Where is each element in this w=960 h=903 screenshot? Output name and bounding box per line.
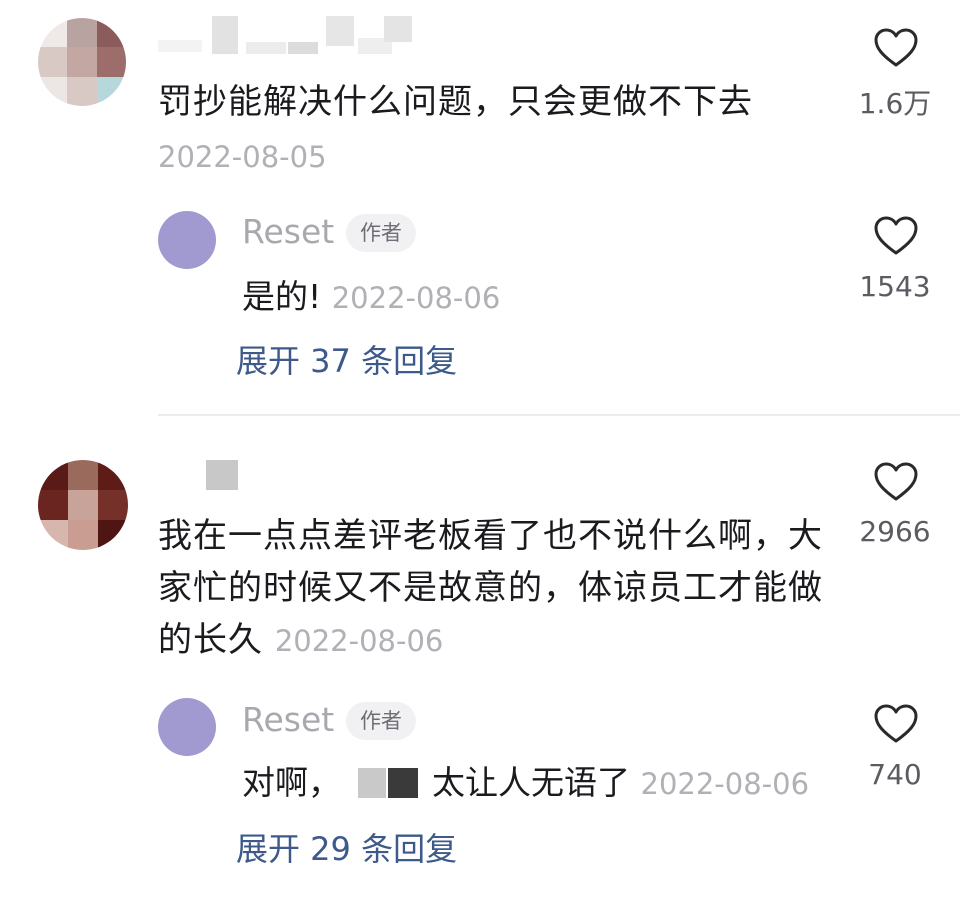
commenter-avatar[interactable]	[38, 460, 128, 550]
comment-text-block: 我在一点点差评老板看了也不说什么啊，大 家忙的时候又不是故意的，体谅员工才能做 …	[158, 510, 848, 667]
expand-replies-link[interactable]: 展开 29 条回复	[236, 824, 457, 870]
author-badge: 作者	[346, 214, 416, 252]
heart-outline-icon[interactable]	[874, 462, 918, 502]
like-count: 1.6万	[858, 87, 932, 120]
commenter-name-redacted	[206, 460, 238, 490]
like-count: 1543	[859, 270, 931, 303]
comment-text-line: 的长久	[158, 620, 263, 660]
reply-text-line: 对啊， 太让人无语了 2022-08-06	[242, 756, 809, 804]
heart-outline-icon[interactable]	[874, 28, 918, 68]
like-count: 2966	[859, 515, 931, 548]
heart-outline-icon[interactable]	[874, 216, 918, 256]
reply-text-prefix: 对啊，	[242, 763, 341, 802]
expand-replies-link[interactable]: 展开 37 条回复	[236, 336, 457, 382]
reply-date: 2022-08-06	[331, 281, 501, 315]
reply-text-line: 是的! 2022-08-06	[242, 270, 500, 318]
comment-text-line: 家忙的时候又不是故意的，体谅员工才能做	[158, 568, 823, 608]
comment-date: 2022-08-05	[158, 140, 327, 174]
reply-avatar[interactable]	[158, 211, 216, 269]
mention-redacted	[352, 768, 422, 798]
commenter-avatar[interactable]	[38, 18, 126, 106]
comment-date: 2022-08-06	[274, 624, 444, 658]
reply-text-suffix: 太让人无语了	[432, 763, 630, 802]
author-badge: 作者	[346, 702, 416, 740]
reply-date: 2022-08-06	[640, 767, 810, 801]
reply-author-name[interactable]: Reset	[242, 212, 334, 251]
commenter-name-redacted	[158, 16, 418, 56]
reply-author-name[interactable]: Reset	[242, 700, 334, 739]
comment-text: 罚抄能解决什么问题，只会更做不下去	[158, 82, 753, 122]
heart-outline-icon[interactable]	[874, 704, 918, 744]
reply-avatar[interactable]	[158, 698, 216, 756]
comment-divider	[158, 414, 960, 416]
like-count: 740	[868, 758, 922, 791]
comment-text-line: 我在一点点差评老板看了也不说什么啊，大	[158, 516, 823, 556]
comment-text-line-last: 的长久 2022-08-06	[158, 614, 848, 667]
reply-text: 是的!	[242, 277, 322, 316]
